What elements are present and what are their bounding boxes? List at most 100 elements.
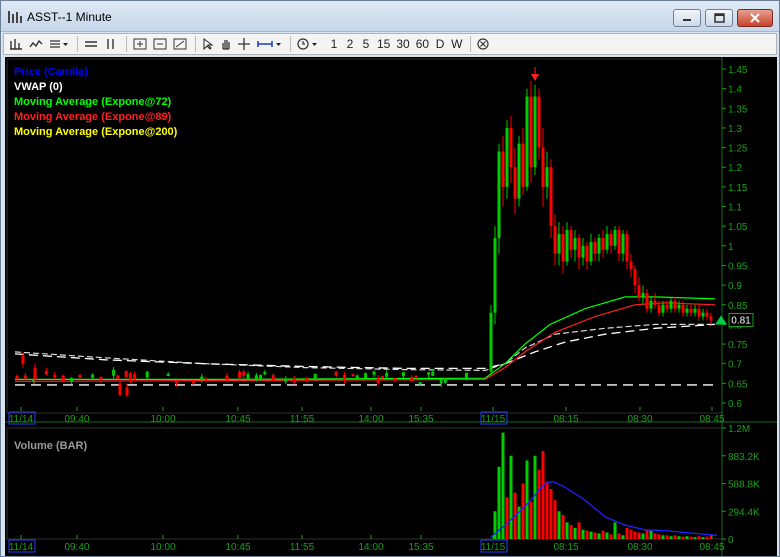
volume-bar bbox=[521, 483, 525, 539]
candle-body bbox=[709, 316, 713, 321]
candle-body bbox=[70, 378, 74, 382]
candle-body bbox=[124, 370, 128, 377]
candle-body bbox=[166, 373, 170, 376]
candle-body bbox=[705, 312, 709, 317]
chart-area[interactable]: 1.45 1.4 1.35 1.3 1.25 1.2 1.15 1.1 1.05 1 0.95 0.9… bbox=[5, 57, 777, 556]
candle-body bbox=[91, 374, 95, 378]
price-tick-label: 0.6 bbox=[728, 399, 742, 410]
last-price-label: 0.81 bbox=[731, 315, 751, 326]
chart-app-icon bbox=[8, 11, 22, 23]
close-icon bbox=[750, 13, 760, 23]
interval-15-button[interactable]: 15 bbox=[375, 35, 392, 53]
time-tick-label: 08:30 bbox=[627, 542, 652, 553]
interval-weekly-button[interactable]: W bbox=[449, 35, 464, 53]
pan-tool-button[interactable] bbox=[218, 35, 234, 53]
interval-60-button[interactable]: 60 bbox=[414, 35, 431, 53]
volume-bar bbox=[497, 466, 501, 539]
candle-body bbox=[565, 230, 569, 262]
line-chart-button[interactable] bbox=[27, 35, 45, 53]
zoom-out-button[interactable] bbox=[151, 35, 169, 53]
candle-body bbox=[431, 371, 435, 376]
title-bar[interactable]: ASST--1 Minute bbox=[1, 1, 779, 32]
bar-chart-icon bbox=[10, 39, 22, 50]
volume-bar bbox=[541, 451, 545, 539]
time-tick-label: 08:45 bbox=[699, 542, 724, 553]
time-tick-label: 08:30 bbox=[627, 414, 652, 425]
remove-button[interactable] bbox=[475, 35, 491, 53]
minimize-button[interactable] bbox=[673, 9, 701, 27]
candle-body bbox=[61, 375, 65, 381]
interval-daily-button[interactable]: D bbox=[433, 35, 447, 53]
volume-bar bbox=[597, 533, 601, 539]
legend-price[interactable]: Price (Candle) bbox=[14, 65, 177, 80]
bar-chart-button[interactable] bbox=[7, 35, 25, 53]
interval-dropdown[interactable] bbox=[295, 35, 325, 53]
volume-panel-title[interactable]: Volume (BAR) bbox=[14, 440, 87, 452]
volume-bar bbox=[665, 535, 669, 539]
candle-body bbox=[681, 304, 685, 313]
time-tick-label: 08:15 bbox=[553, 542, 578, 553]
candle-body bbox=[641, 292, 645, 297]
candle-body bbox=[617, 230, 621, 254]
price-tick-label: 1.25 bbox=[728, 144, 748, 155]
candle-body bbox=[529, 96, 533, 168]
close-button[interactable] bbox=[737, 9, 773, 27]
candle-body bbox=[597, 237, 601, 254]
volume-average-line bbox=[490, 480, 718, 538]
horizontal-line-button[interactable] bbox=[82, 35, 100, 53]
time-tick-label: 08:15 bbox=[553, 414, 578, 425]
volume-bar bbox=[589, 531, 593, 539]
interval-30-button[interactable]: 30 bbox=[394, 35, 411, 53]
candle-body bbox=[645, 292, 649, 309]
candle-body bbox=[200, 376, 204, 380]
volume-bar bbox=[689, 536, 693, 539]
interval-5-button[interactable]: 5 bbox=[359, 35, 373, 53]
candle-body bbox=[33, 367, 37, 380]
vertical-line-icon bbox=[107, 39, 114, 49]
price-tick-label: 1.45 bbox=[728, 65, 748, 76]
time-tick-label: 09:40 bbox=[64, 542, 89, 553]
candle-body bbox=[665, 304, 669, 309]
candle-body bbox=[385, 373, 389, 377]
candle-body bbox=[673, 300, 677, 309]
maximize-button[interactable] bbox=[705, 9, 733, 27]
candle-body bbox=[685, 308, 689, 313]
vertical-line-button[interactable] bbox=[102, 35, 120, 53]
legend-ema200[interactable]: Moving Average (Expone@200) bbox=[14, 125, 177, 140]
volume-bar bbox=[625, 527, 629, 539]
candle-body bbox=[259, 374, 263, 380]
candle-body bbox=[629, 261, 633, 270]
price-tick-label: 1 bbox=[728, 242, 734, 253]
candle-body bbox=[116, 375, 120, 379]
candle-body bbox=[541, 147, 545, 187]
legend-vwap[interactable]: VWAP (0) bbox=[14, 80, 177, 95]
crosshair-tool-button[interactable] bbox=[236, 35, 252, 53]
legend-ema72[interactable]: Moving Average (Expone@72) bbox=[14, 95, 177, 110]
candle-body bbox=[15, 375, 19, 379]
pointer-tool-button[interactable] bbox=[200, 35, 216, 53]
time-tick-label: 10:00 bbox=[150, 542, 175, 553]
measure-icon bbox=[257, 41, 281, 47]
interval-1-button[interactable]: 1 bbox=[327, 35, 341, 53]
measure-tool-dropdown[interactable] bbox=[254, 35, 284, 53]
time-tick-label: 11/14 bbox=[9, 414, 34, 425]
candle-body bbox=[589, 241, 593, 262]
candle-body bbox=[305, 377, 309, 382]
volume-bar bbox=[617, 533, 621, 539]
legend-ema89[interactable]: Moving Average (Expone@89) bbox=[14, 110, 177, 125]
volume-bar bbox=[693, 537, 697, 539]
toolbar-separator bbox=[126, 36, 127, 52]
zoom-in-button[interactable] bbox=[131, 35, 149, 53]
candle-body bbox=[464, 372, 468, 379]
candle-body bbox=[418, 382, 422, 385]
restore-icon bbox=[713, 13, 725, 23]
pointer-icon bbox=[203, 38, 214, 50]
interval-2-button[interactable]: 2 bbox=[343, 35, 357, 53]
candle-body bbox=[621, 234, 625, 254]
candle-body bbox=[364, 373, 368, 379]
chart-style-dropdown[interactable] bbox=[47, 35, 71, 53]
zoom-fit-button[interactable] bbox=[171, 35, 189, 53]
candle-body bbox=[410, 377, 414, 382]
candle-body bbox=[284, 378, 288, 382]
price-tick-label: 0.7 bbox=[728, 360, 742, 371]
